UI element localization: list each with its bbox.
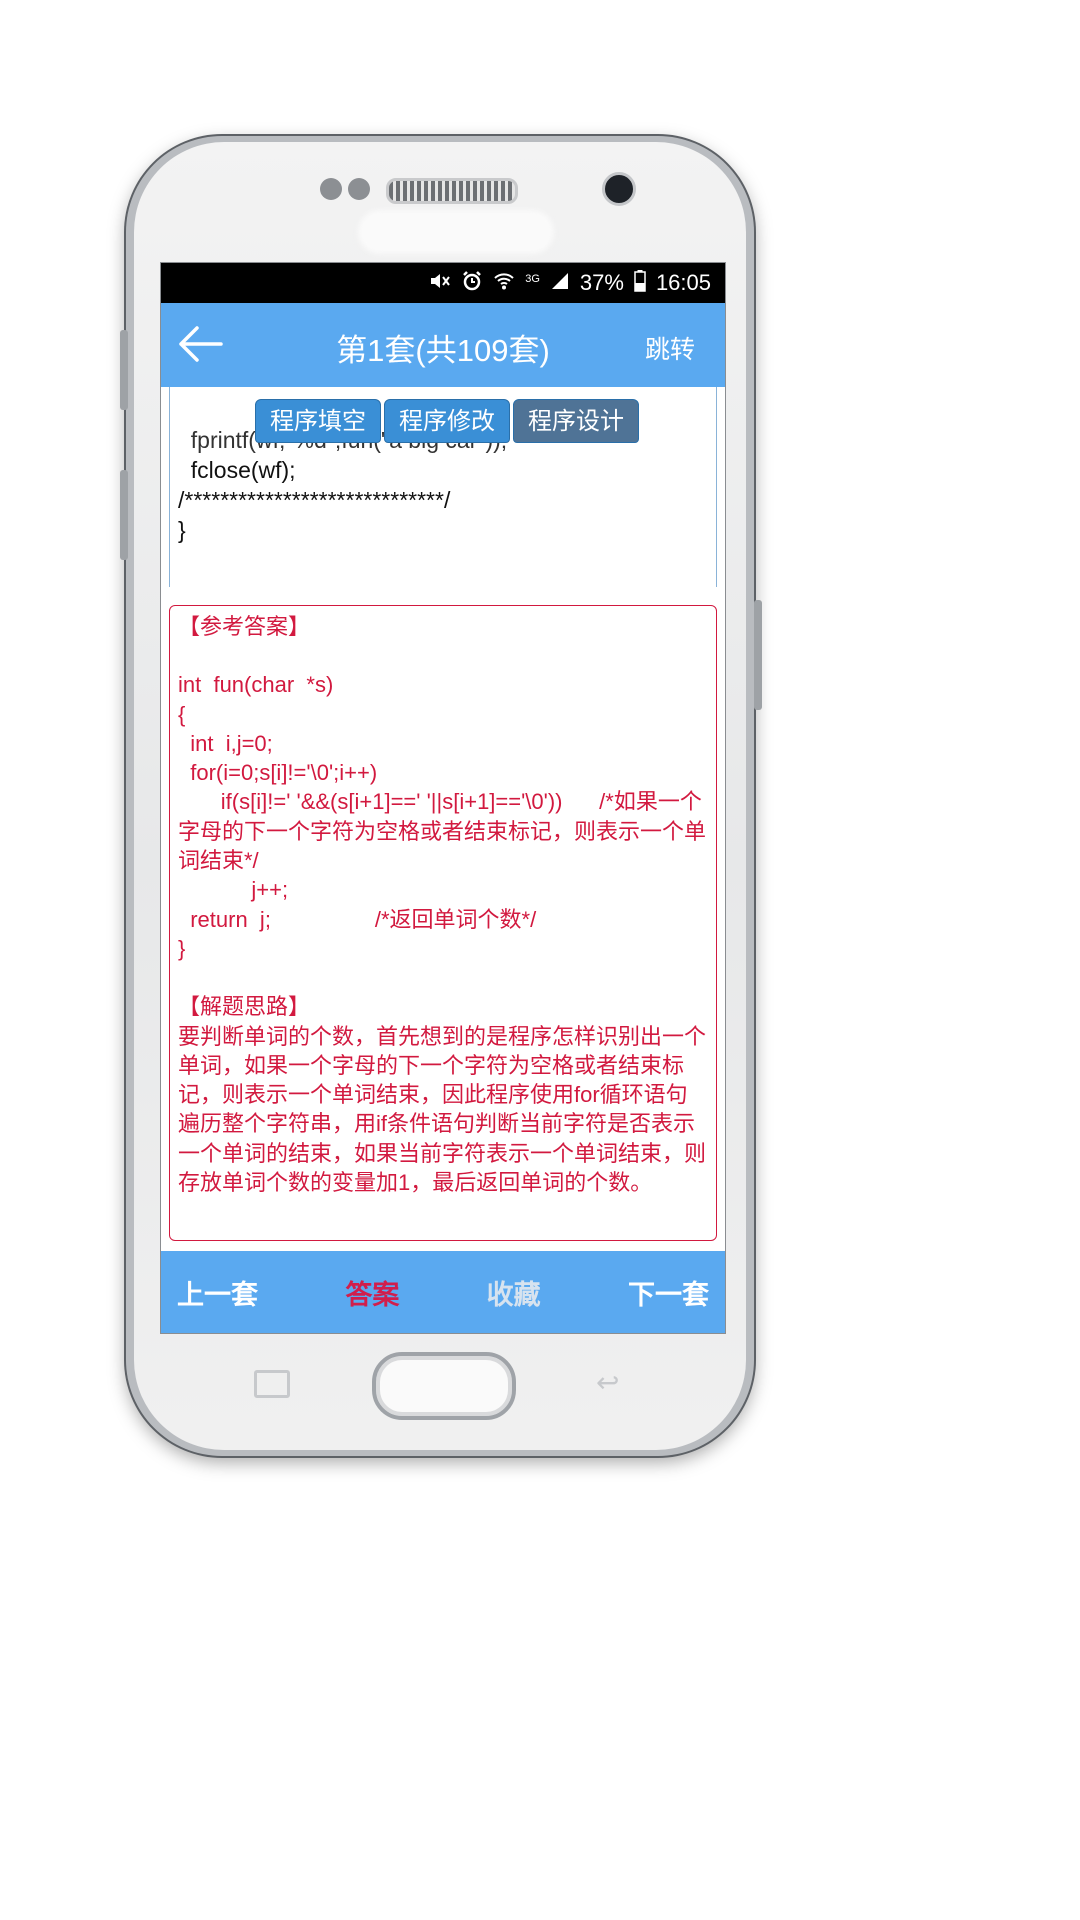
answer-heading: 【参考答案】: [178, 614, 311, 639]
alarm-icon: [461, 270, 483, 297]
app-bar: 第1套(共109套) 跳转: [161, 303, 725, 387]
recent-apps-key[interactable]: [254, 1370, 290, 1398]
back-key-icon[interactable]: ↩: [596, 1366, 619, 1399]
mute-icon: [429, 271, 451, 296]
next-set-button[interactable]: 下一套: [628, 1273, 709, 1312]
prev-set-button[interactable]: 上一套: [177, 1273, 258, 1312]
tab-modify[interactable]: 程序修改: [384, 399, 510, 443]
answer-button[interactable]: 答案: [345, 1273, 399, 1312]
power-button: [754, 600, 762, 710]
code-line: }: [178, 517, 186, 543]
content-area: 程序填空 程序修改 程序设计 fprintf(wf,"%d",fun("a bi…: [161, 387, 725, 1251]
status-bar: 3G 37% 16:05: [161, 263, 725, 303]
code-line: fclose(wf);: [178, 457, 296, 483]
volume-down-button: [120, 470, 128, 560]
answer-code: int fun(char *s) { int i,j=0; for(i=0;s[…: [178, 672, 707, 961]
battery-percent: 37%: [579, 270, 624, 295]
home-button[interactable]: [372, 1352, 516, 1420]
earpiece-speaker: [386, 178, 518, 204]
front-camera: [602, 172, 636, 206]
question-type-tabs: 程序填空 程序修改 程序设计: [255, 399, 639, 443]
analysis-heading: 【解题思路】: [178, 994, 311, 1020]
volume-up-button: [120, 330, 128, 410]
light-sensor: [348, 178, 370, 200]
bottom-nav: 上一套 答案 收藏 下一套: [161, 1251, 725, 1333]
tab-fill-in[interactable]: 程序填空: [255, 399, 381, 443]
brand-logo-blurred: [358, 210, 554, 254]
page-title: 第1套(共109套): [336, 333, 550, 368]
3g-icon: 3G: [525, 273, 540, 285]
favorite-button[interactable]: 收藏: [487, 1273, 541, 1312]
wifi-icon: [493, 271, 515, 296]
answer-panel[interactable]: 【参考答案】 int fun(char *s) { int i,j=0; for…: [169, 605, 717, 1241]
code-line: /*****************************/: [178, 487, 451, 513]
tab-design[interactable]: 程序设计: [513, 399, 639, 443]
signal-icon: [550, 271, 570, 296]
screen: 3G 37% 16:05 第1套(共109套) 跳转 程序填空 程序修改 程序设…: [160, 262, 726, 1334]
proximity-sensor: [320, 178, 342, 200]
clock: 16:05: [655, 270, 711, 295]
analysis-text: 要判断单词的个数，首先想到的是程序怎样识别出一个单词，如果一个字母的下一个字符为…: [178, 1023, 707, 1196]
battery-icon: [634, 269, 646, 297]
jump-button[interactable]: 跳转: [645, 330, 695, 366]
